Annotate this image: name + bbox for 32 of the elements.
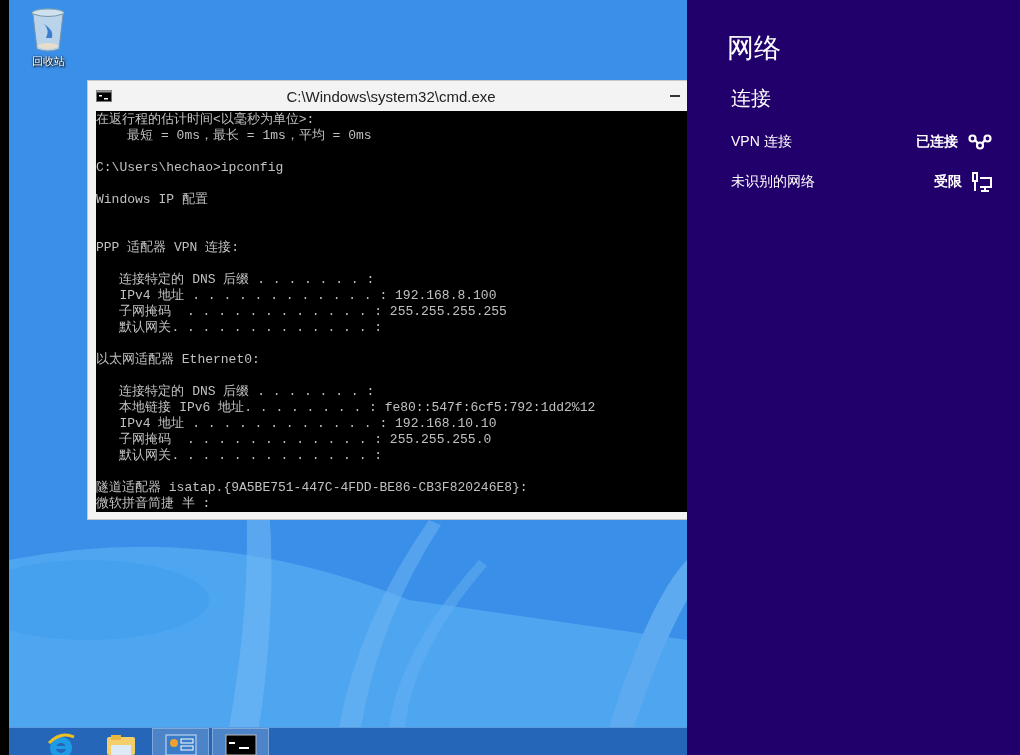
connection-status: 已连接 — [916, 133, 958, 151]
console-line: 隧道适配器 isatap.{9A5BE751-447C-4FDD-BE86-CB3F820246E8}: — [96, 480, 528, 496]
console-line: Windows IP 配置 — [96, 192, 208, 208]
console-app-icon — [96, 90, 112, 102]
folder-icon — [104, 735, 137, 755]
console-icon — [224, 733, 257, 755]
console-line: PPP 适配器 VPN 连接: — [96, 240, 239, 256]
connection-status: 受限 — [934, 173, 962, 191]
panel-title: 网络 — [727, 32, 781, 65]
console-line: 以太网适配器 Ethernet0: — [96, 352, 260, 368]
console-line: 子网掩码 . . . . . . . . . . . . : 255.255.255.255 — [118, 304, 507, 320]
console-line: 连接特定的 DNS 后缀 . . . . . . . : — [118, 272, 375, 288]
window-title: C:\Windows\system32\cmd.exe — [285, 87, 497, 105]
recycle-bin-icon — [30, 8, 66, 52]
console-line: 本地链接 IPv6 地址. . . . . . . . : fe80::547f:6cf5:792:1dd2%12 — [118, 400, 596, 416]
console-line: 子网掩码 . . . . . . . . . . . . : 255.255.255.0 — [118, 432, 492, 448]
server-manager-icon — [164, 733, 197, 755]
connection-name[interactable]: VPN 连接 — [731, 133, 916, 151]
console-line: 微软拼音简捷 半 : — [96, 496, 211, 512]
section-heading: 连接 — [731, 86, 771, 111]
connection-name[interactable]: 未识别的网络 — [731, 173, 934, 191]
console-line: 默认网关. . . . . . . . . . . . . : — [118, 320, 383, 336]
taskbar-button[interactable] — [212, 728, 269, 755]
console-line: 最短 = 0ms，最长 = 1ms，平均 = 0ms — [126, 128, 372, 144]
ethernet-icon — [972, 172, 992, 192]
console-line: C:\Users\hechao>ipconfig — [96, 160, 284, 176]
console-line: 在返行程的估计时间<以毫秒为单位>: — [96, 112, 315, 128]
console-line: 连接特定的 DNS 后缀 . . . . . . . : — [118, 384, 375, 400]
vpn-icon — [968, 134, 992, 150]
console-line: IPv4 地址 . . . . . . . . . . . . : 192.168.8.100 — [118, 288, 497, 304]
console-line: 默认网关. . . . . . . . . . . . . : — [118, 448, 383, 464]
console-line: IPv4 地址 . . . . . . . . . . . . : 192.168.10.10 — [118, 416, 497, 432]
